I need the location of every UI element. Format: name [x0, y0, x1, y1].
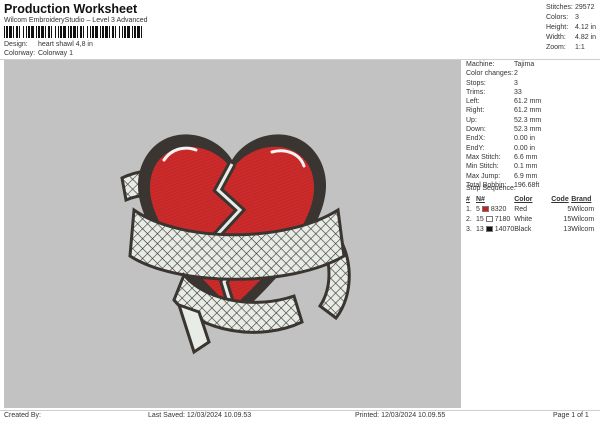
- footer-divider: [0, 410, 600, 411]
- col-brand: Brand: [571, 196, 592, 203]
- stop-sequence-title: Stop Sequence:: [466, 185, 516, 192]
- footer-printed: Printed: 12/03/2024 10.09.55: [355, 412, 446, 419]
- stat-stitches: Stitches: 29572: [546, 4, 595, 11]
- table-row: 2. 15 7180 White 15 Wilcom: [466, 215, 595, 223]
- info-row: EndX: 0.00 in: [466, 135, 536, 143]
- machine-info-panel: Machine: Tajima Color changes: 2 Stops: 3 T…: [466, 60, 598, 190]
- col-code: Code: [551, 196, 569, 203]
- color-swatch: [485, 215, 493, 222]
- color-swatch: [481, 205, 489, 212]
- info-row: EndY: 0.00 in: [466, 144, 536, 152]
- stop-sequence-table: # N# Color Code Brand 1. 5 8320 Red 5 Wi…: [466, 195, 597, 234]
- table-row: 3. 13 14070 Black 13 Wilcom: [466, 225, 595, 233]
- page-title: Production Worksheet: [4, 2, 138, 16]
- info-row: Machine: Tajima: [466, 61, 535, 68]
- info-row: Right: 61.2 mm: [466, 107, 542, 115]
- stat-height: Height: 4.12 in: [546, 24, 597, 31]
- col-index: #: [466, 196, 470, 203]
- embroidery-artwork: [120, 134, 351, 355]
- info-row: Down: 52.3 mm: [466, 126, 542, 134]
- info-row: Left: 61.2 mm: [466, 98, 542, 106]
- table-row: 1. 5 8320 Red 5 Wilcom: [466, 205, 595, 213]
- colorway-value: Colorway 1: [38, 50, 74, 57]
- info-row: Up: 52.3 mm: [466, 116, 542, 124]
- colorway-row: Colorway: Colorway 1: [4, 50, 73, 57]
- footer-created: Created By:: [4, 412, 41, 419]
- barcode: [4, 26, 142, 38]
- col-color: Color: [514, 196, 533, 203]
- design-label: Design:: [4, 41, 28, 48]
- software-subtitle: Wilcom EmbroideryStudio – Level 3 Advanc…: [4, 17, 148, 24]
- info-row: Stops: 3: [466, 79, 518, 87]
- design-stats: Stitches: 29572 Colors: 3 Height: 4.12 in W…: [546, 3, 598, 53]
- design-value: heart shawl 4,8 in: [38, 41, 93, 48]
- info-row: Trims: 33: [466, 88, 522, 96]
- info-row: Min Stitch: 0.1 mm: [466, 163, 538, 171]
- design-preview: [4, 60, 461, 408]
- info-row: Color changes: 2: [466, 70, 518, 78]
- design-row: Design: heart shawl 4,8 in: [4, 41, 93, 48]
- footer-last-saved: Last Saved: 12/03/2024 10.09.53: [148, 412, 252, 419]
- colorway-label: Colorway:: [4, 50, 36, 57]
- footer-page: Page 1 of 1: [553, 412, 589, 419]
- color-swatch: [485, 225, 493, 232]
- table-header-row: # N# Color Code Brand: [466, 195, 597, 204]
- stat-zoom: Zoom: 1:1: [546, 44, 585, 51]
- info-row: Max Stitch: 6.6 mm: [466, 153, 538, 161]
- stat-colors: Colors: 3: [546, 14, 579, 21]
- info-row: Max Jump: 6.9 mm: [466, 172, 538, 180]
- col-n: N#: [476, 196, 485, 203]
- stat-width: Width: 4.82 in: [546, 34, 597, 41]
